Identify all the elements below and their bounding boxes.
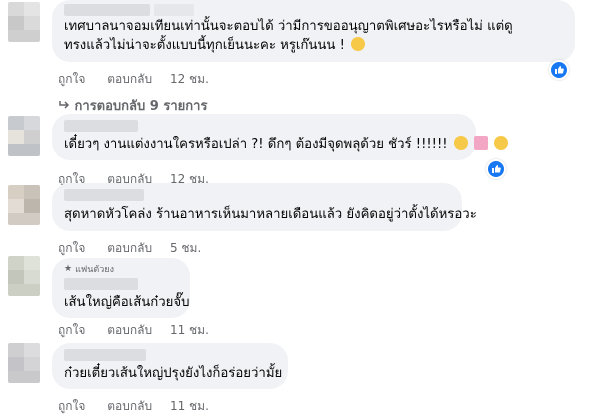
grinning-emoji-icon [351,37,366,51]
star-icon: ★ [64,264,73,274]
author-name[interactable] [64,4,150,16]
avatar[interactable] [8,185,40,225]
comment-bubble: ก๋วยเตี๋ยวเส้นใหญ่ปรุงยังไงก็อร่อยว่ามั้… [52,343,288,389]
reply-link[interactable]: ตอบกลับ [107,239,152,258]
like-reaction-icon[interactable] [549,60,569,80]
author-name[interactable] [64,120,138,132]
timestamp[interactable]: 12 ชม. [170,70,209,89]
comment-text: เดี๋ยวๆ งานแต่งงานใครหรือเปล่า ?! ดึกๆ ต… [64,137,448,152]
comment-actions: ถูกใจ ตอบกลับ 11 ชม. [58,321,227,340]
view-replies-link[interactable]: การตอบกลับ 9 รายการ [58,95,207,116]
comment-bubble: เทศบาลนาจอมเทียนเท่านั้นจะตอบได้ ว่ามีกา… [52,0,575,62]
author-name[interactable] [64,278,138,290]
astonished-emoji-icon [453,136,468,150]
comment-text: เทศบาลนาจอมเทียนเท่านั้นจะตอบได้ ว่ามีกา… [64,19,513,34]
like-reaction-icon[interactable] [486,159,506,179]
tongue-emoji-icon [494,136,509,150]
like-link[interactable]: ถูกใจ [58,239,85,258]
top-fan-badge: ★ แฟนตัวยง [64,262,178,276]
reply-arrow-icon [58,99,70,114]
reply-link[interactable]: ตอบกลับ [107,70,152,89]
comment-actions: ถูกใจ ตอบกลับ 5 ชม. [58,239,219,258]
avatar[interactable] [8,256,40,296]
like-link[interactable]: ถูกใจ [58,70,85,89]
fan-badge-label: แฟนตัวยง [75,265,114,275]
comment-text-line2: ทรงแล้วไม่น่าจะตั้งแบบนี้ทุกเย็นนะคะ หรู… [64,38,345,53]
comment-actions: ถูกใจ ตอบกลับ 11 ชม. [58,397,227,416]
comment-bubble: ★ แฟนตัวยง เส้นใหญ่คือเส้นก๋วยจั๊บ [52,258,190,318]
reply-link[interactable]: ตอบกลับ [107,397,152,416]
comment-text: ก๋วยเตี๋ยวเส้นใหญ่ปรุงยังไงก็อร่อยว่ามั้… [64,366,283,381]
comment-text: เส้นใหญ่คือเส้นก๋วยจั๊บ [64,295,190,310]
party-popper-icon [473,136,488,150]
comment-bubble: เดี๋ยวๆ งานแต่งงานใครหรือเปล่า ?! ดึกๆ ต… [52,114,509,160]
comment-bubble: สุดหาดหัวโคล่ง ร้านอาหารเห็นมาหลายเดือนแ… [52,183,477,231]
timestamp[interactable]: 5 ชม. [170,239,201,258]
view-replies-label: การตอบกลับ 9 รายการ [74,99,208,114]
avatar[interactable] [8,2,40,42]
author-name[interactable] [64,189,144,201]
timestamp[interactable]: 11 ชม. [170,321,209,340]
reply-link[interactable]: ตอบกลับ [107,321,152,340]
like-link[interactable]: ถูกใจ [58,397,85,416]
avatar[interactable] [8,343,40,383]
timestamp[interactable]: 11 ชม. [170,397,209,416]
avatar[interactable] [8,116,40,156]
comment-text: สุดหาดหัวโคล่ง ร้านอาหารเห็นมาหลายเดือนแ… [64,207,477,222]
author-name[interactable] [64,349,146,361]
like-link[interactable]: ถูกใจ [58,321,85,340]
comment-actions: ถูกใจ ตอบกลับ 12 ชม. [58,70,227,89]
